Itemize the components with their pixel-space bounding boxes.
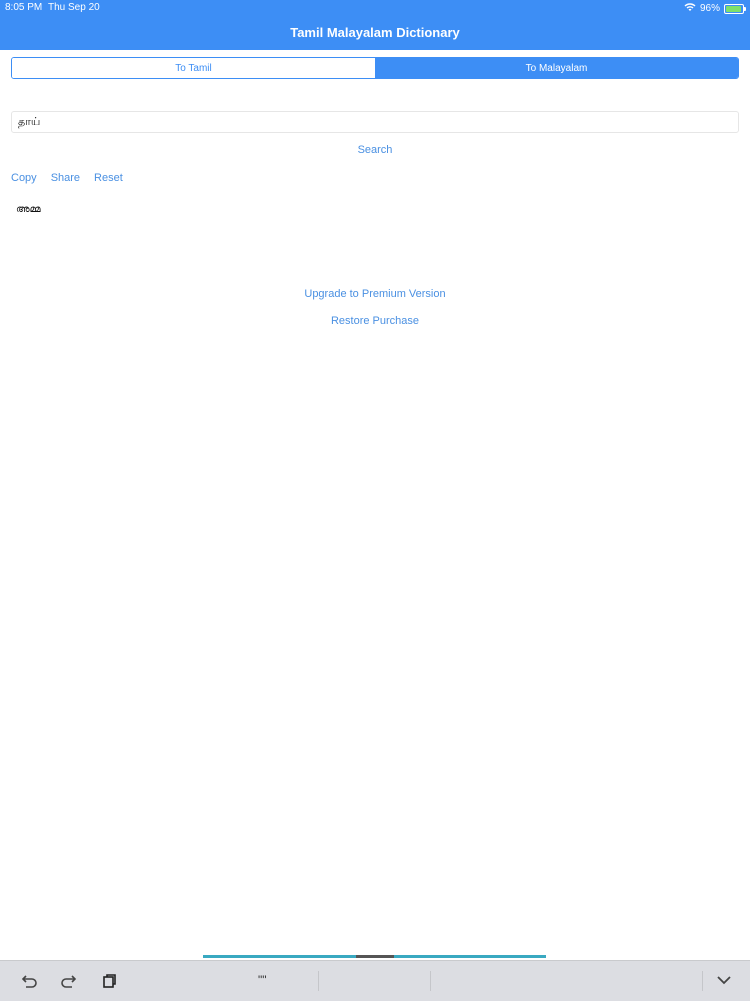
page-title: Tamil Malayalam Dictionary [290,25,460,40]
status-time: 8:05 PM [5,2,43,13]
search-input[interactable] [11,111,739,133]
keyboard-toolbar: "" [0,960,750,1001]
battery-level [726,5,741,12]
toolbar-divider [430,971,431,991]
restore-link[interactable]: Restore Purchase [0,315,750,327]
result-text: അമ്മ [16,204,41,215]
copy-button[interactable]: Copy [11,172,37,184]
status-date: Thu Sep 20 [48,2,100,13]
battery-icon [724,3,746,14]
action-row: Copy Share Reset [11,172,123,184]
battery-percent: 96% [699,3,720,14]
direction-segment: To Tamil To Malayalam [11,57,739,79]
chevron-down-icon[interactable] [715,973,733,989]
status-right: 96% [684,2,746,15]
app-header: 8:05 PM Thu Sep 20 96% Tamil Malayalam D… [0,0,750,50]
quote-key[interactable]: "" [258,973,267,987]
reset-button[interactable]: Reset [94,172,123,184]
tab-to-malayalam[interactable]: To Malayalam [375,58,738,78]
share-button[interactable]: Share [51,172,80,184]
toolbar-divider [318,971,319,991]
search-button[interactable]: Search [0,144,750,156]
paste-icon[interactable] [100,973,118,989]
wifi-icon [684,2,696,15]
keyboard-progress-bar [203,955,546,958]
tab-to-tamil[interactable]: To Tamil [12,58,375,78]
progress-indicator [356,955,394,958]
upgrade-link[interactable]: Upgrade to Premium Version [0,288,750,300]
redo-icon[interactable] [60,973,78,989]
undo-icon[interactable] [20,973,38,989]
toolbar-divider [702,971,703,991]
